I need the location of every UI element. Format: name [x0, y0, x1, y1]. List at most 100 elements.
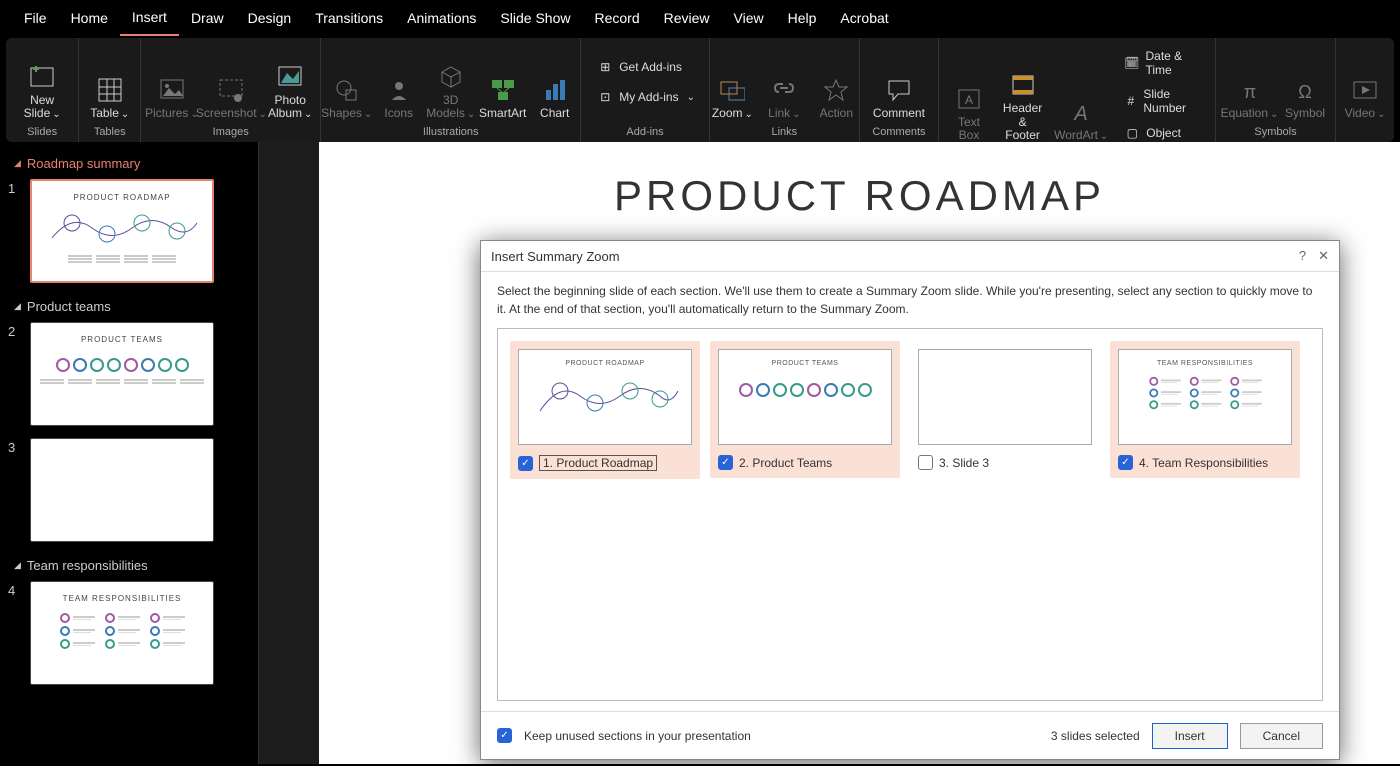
shapes-button[interactable]: Shapes [323, 75, 371, 122]
slide-number-button[interactable]: #Slide Number [1118, 84, 1209, 118]
zoom-option-2[interactable]: PRODUCT TEAMS 2. Product Teams [710, 341, 900, 478]
insert-button[interactable]: Insert [1152, 723, 1228, 749]
header-footer-button[interactable]: Header & Footer [997, 70, 1048, 144]
svg-text:A: A [1074, 103, 1088, 124]
group-slides-label: Slides [6, 122, 78, 142]
group-tables-label: Tables [79, 122, 140, 142]
my-addins-button[interactable]: ⊡My Add-ins [591, 86, 701, 108]
symbol-button[interactable]: ΩSymbol [1281, 75, 1329, 122]
menu-help[interactable]: Help [776, 0, 829, 36]
slide-number: 3 [8, 438, 22, 455]
shapes-icon [334, 77, 360, 103]
photo-album-button[interactable]: Photo Album [266, 62, 314, 122]
pictures-button[interactable]: Pictures [147, 75, 196, 122]
zoom-option-4-checkbox[interactable] [1118, 455, 1133, 470]
screenshot-button[interactable]: Screenshot [201, 75, 263, 122]
zoom-option-1-checkbox[interactable] [518, 456, 533, 471]
dialog-close-button[interactable]: ✕ [1318, 248, 1329, 264]
get-addins-icon: ⊞ [597, 59, 613, 75]
photo-album-icon [277, 64, 303, 90]
menu-slideshow[interactable]: Slide Show [488, 0, 582, 36]
link-button[interactable]: Link [760, 75, 808, 122]
menu-home[interactable]: Home [59, 0, 120, 36]
slide-number: 4 [8, 581, 22, 598]
zoom-option-2-checkbox[interactable] [718, 455, 733, 470]
slide-thumbnail-2[interactable]: PRODUCT TEAMS [30, 322, 214, 426]
zoom-icon [719, 77, 745, 103]
smartart-button[interactable]: SmartArt [479, 75, 527, 122]
menu-draw[interactable]: Draw [179, 0, 236, 36]
group-symbols-label: Symbols [1216, 122, 1335, 142]
screenshot-icon [218, 77, 244, 103]
slide-thumbnail-1[interactable]: PRODUCT ROADMAP [30, 179, 214, 283]
menu-record[interactable]: Record [582, 0, 651, 36]
textbox-icon: A [956, 86, 982, 112]
object-icon: ▢ [1124, 125, 1140, 141]
object-button[interactable]: ▢Object [1118, 122, 1209, 144]
zoom-option-4-label: 4. Team Responsibilities [1139, 456, 1268, 470]
menu-file[interactable]: File [12, 0, 59, 36]
pictures-icon [159, 77, 185, 103]
ribbon: New Slide Slides Table Tables Pictures S… [6, 38, 1394, 142]
keep-unused-checkbox[interactable] [497, 728, 512, 743]
symbol-icon: Ω [1292, 77, 1318, 103]
zoom-option-4[interactable]: TEAM RESPONSIBILITIES 4. Team Responsibi… [1110, 341, 1300, 478]
section-header-responsibilities[interactable]: Team responsibilities [8, 552, 250, 579]
svg-text:A: A [965, 93, 973, 107]
keep-unused-label: Keep unused sections in your presentatio… [524, 729, 751, 743]
slide-thumbnail-4[interactable]: TEAM RESPONSIBILITIES [30, 581, 214, 685]
menu-bar: File Home Insert Draw Design Transitions… [0, 0, 1400, 36]
header-footer-icon [1010, 72, 1036, 98]
zoom-option-3[interactable]: 3. Slide 3 [910, 341, 1100, 478]
menu-acrobat[interactable]: Acrobat [828, 0, 900, 36]
table-button[interactable]: Table [85, 75, 134, 122]
dialog-title-text: Insert Summary Zoom [491, 249, 620, 264]
zoom-option-3-label: 3. Slide 3 [939, 456, 989, 470]
wordart-button[interactable]: AWordArt [1052, 97, 1110, 144]
cancel-button[interactable]: Cancel [1240, 723, 1323, 749]
zoom-button[interactable]: Zoom [708, 75, 756, 122]
menu-view[interactable]: View [722, 0, 776, 36]
slide-thumbnails-pane[interactable]: Roadmap summary 1 PRODUCT ROADMAP Produc… [0, 142, 258, 764]
textbox-button[interactable]: AText Box [945, 84, 993, 144]
chart-button[interactable]: Chart [531, 75, 579, 122]
action-button[interactable]: Action [812, 75, 860, 122]
group-links-label: Links [710, 122, 859, 142]
new-slide-icon [29, 64, 55, 90]
video-button[interactable]: Video [1341, 75, 1389, 122]
slide-number: 2 [8, 322, 22, 339]
table-icon [97, 77, 123, 103]
comment-button[interactable]: Comment [867, 75, 931, 122]
zoom-option-1-label: 1. Product Roadmap [539, 455, 657, 471]
group-comments-label: Comments [860, 122, 938, 142]
zoom-option-3-checkbox[interactable] [918, 455, 933, 470]
menu-animations[interactable]: Animations [395, 0, 488, 36]
dialog-status: 3 slides selected [1051, 729, 1140, 743]
zoom-option-1[interactable]: PRODUCT ROADMAP 1. Product Roadmap [510, 341, 700, 479]
dialog-options-grid: PRODUCT ROADMAP 1. Product Roadmap PRODU… [497, 328, 1323, 701]
menu-design[interactable]: Design [236, 0, 304, 36]
date-time-icon: 🗓 [1124, 55, 1139, 71]
section-header-teams[interactable]: Product teams [8, 293, 250, 320]
link-icon [771, 77, 797, 103]
equation-button[interactable]: πEquation [1222, 75, 1277, 122]
menu-insert[interactable]: Insert [120, 0, 179, 36]
svg-text:Ω: Ω [1298, 82, 1311, 102]
equation-icon: π [1237, 77, 1263, 103]
slide-thumbnail-3[interactable] [30, 438, 214, 542]
date-time-button[interactable]: 🗓Date & Time [1118, 46, 1209, 80]
section-header-roadmap[interactable]: Roadmap summary [8, 150, 250, 177]
3d-models-button[interactable]: 3D Models [427, 62, 475, 122]
icons-button[interactable]: Icons [375, 75, 423, 122]
menu-review[interactable]: Review [652, 0, 722, 36]
video-icon [1352, 77, 1378, 103]
wordart-icon: A [1068, 99, 1094, 125]
dialog-help-button[interactable]: ? [1299, 248, 1306, 264]
my-addins-icon: ⊡ [597, 89, 613, 105]
menu-transitions[interactable]: Transitions [303, 0, 395, 36]
new-slide-button[interactable]: New Slide [18, 62, 67, 122]
group-illustrations-label: Illustrations [321, 122, 580, 142]
get-addins-button[interactable]: ⊞Get Add-ins [591, 56, 688, 78]
3d-models-icon [438, 64, 464, 90]
dialog-titlebar: Insert Summary Zoom ? ✕ [481, 241, 1339, 271]
